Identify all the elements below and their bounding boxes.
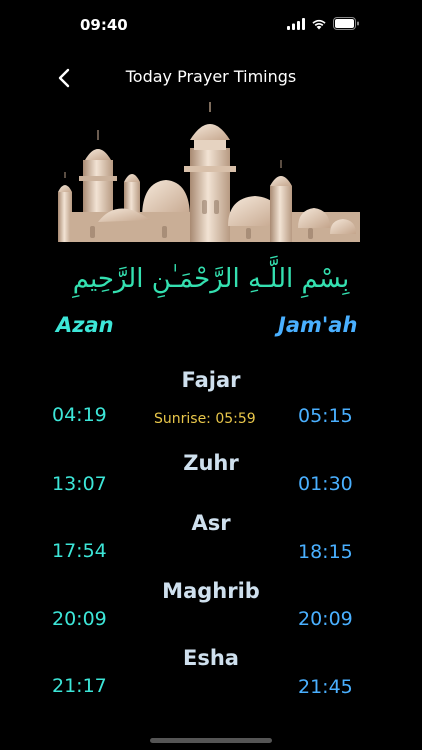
- signal-icon: [287, 17, 305, 30]
- status-time: 09:40: [80, 16, 128, 34]
- jamah-time-esha: 21:45: [298, 676, 353, 698]
- nav-bar: Today Prayer Timings: [0, 60, 422, 96]
- prayer-name-esha: Esha: [183, 646, 239, 670]
- home-indicator: [150, 738, 272, 743]
- azan-time-zuhr: 13:07: [52, 473, 107, 495]
- azan-time-asr: 17:54: [52, 540, 107, 562]
- jamah-time-fajar: 05:15: [298, 405, 353, 427]
- status-icons: [287, 17, 360, 30]
- jamah-time-asr: 18:15: [298, 541, 353, 563]
- battery-icon: [333, 17, 359, 30]
- prayer-name-zuhr: Zuhr: [183, 451, 239, 475]
- azan-time-maghrib: 20:09: [52, 608, 107, 630]
- bismillah-text: بِسْمِ اللَّـهِ الرَّحْمَـٰنِ الرَّحِيمِ: [72, 264, 350, 294]
- azan-column-header: Azan: [56, 313, 114, 337]
- prayer-name-maghrib: Maghrib: [162, 579, 260, 603]
- azan-time-fajar: 04:19: [52, 404, 107, 426]
- prayer-name-fajar: Fajar: [181, 368, 241, 392]
- prayer-name-asr: Asr: [191, 511, 231, 535]
- page-title: Today Prayer Timings: [125, 67, 297, 86]
- jamah-time-zuhr: 01:30: [298, 473, 353, 495]
- status-bar: 09:40: [0, 0, 422, 50]
- azan-time-esha: 21:17: [52, 675, 107, 697]
- wifi-icon: [312, 19, 326, 29]
- jamah-column-header: Jam'ah: [278, 313, 358, 337]
- jamah-time-maghrib: 20:09: [298, 608, 353, 630]
- mosque-illustration: [58, 102, 360, 242]
- sunrise-time: Sunrise: 05:59: [154, 411, 256, 427]
